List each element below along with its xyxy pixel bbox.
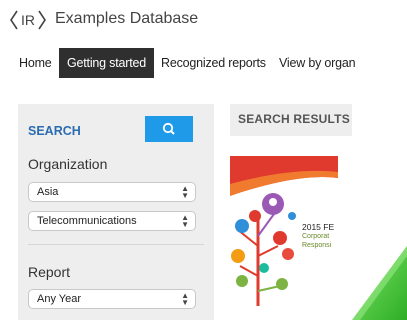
select-arrows-icon: ▲ ▼ [181, 291, 189, 307]
report-cover-text: 2015 FE Corporat Responsi [302, 222, 334, 250]
green-corner-decoration [352, 246, 407, 320]
search-icon [162, 122, 175, 135]
svg-text:IR: IR [21, 12, 35, 28]
nav-item-home[interactable]: Home [19, 48, 52, 78]
report-cover-line-1: 2015 FE [302, 222, 335, 232]
region-select-value: Asia [37, 186, 59, 198]
search-button[interactable] [145, 116, 193, 142]
main-nav: Home Getting started Recognized reports … [0, 48, 407, 78]
select-arrows-icon: ▲ ▼ [181, 184, 189, 200]
site-header: IR Examples Database [0, 0, 407, 40]
nav-item-recognized-reports[interactable]: Recognized reports [161, 48, 266, 78]
year-select-value: Any Year [37, 293, 82, 305]
sidebar-divider [28, 244, 204, 245]
region-select[interactable]: Asia ▲ ▼ [28, 182, 196, 202]
nav-item-getting-started[interactable]: Getting started [59, 48, 154, 78]
search-heading: SEARCH [28, 124, 81, 138]
ir-logo[interactable]: IR [8, 8, 48, 32]
report-cover-line-2: Corporat [302, 233, 330, 240]
year-select[interactable]: Any Year ▲ ▼ [28, 289, 196, 309]
search-results-tab[interactable]: SEARCH RESULTS [230, 104, 352, 136]
site-title[interactable]: Examples Database [55, 10, 198, 28]
sector-select[interactable]: Telecommunications ▲ ▼ [28, 211, 196, 231]
report-thumbnail[interactable]: 2015 FE Corporat Responsi [230, 156, 338, 316]
search-sidebar: SEARCH Organization Asia ▲ ▼ Telecommunic… [18, 104, 214, 320]
sector-select-value: Telecommunications [37, 215, 137, 227]
select-arrows-icon: ▲ ▼ [181, 213, 189, 229]
report-heading: Report [28, 264, 71, 280]
report-cover-line-3: Responsi [302, 242, 332, 249]
nav-item-view-by-organization[interactable]: View by organ [279, 48, 356, 78]
search-results-label: SEARCH RESULTS [238, 112, 350, 126]
organization-heading: Organization [28, 156, 108, 172]
